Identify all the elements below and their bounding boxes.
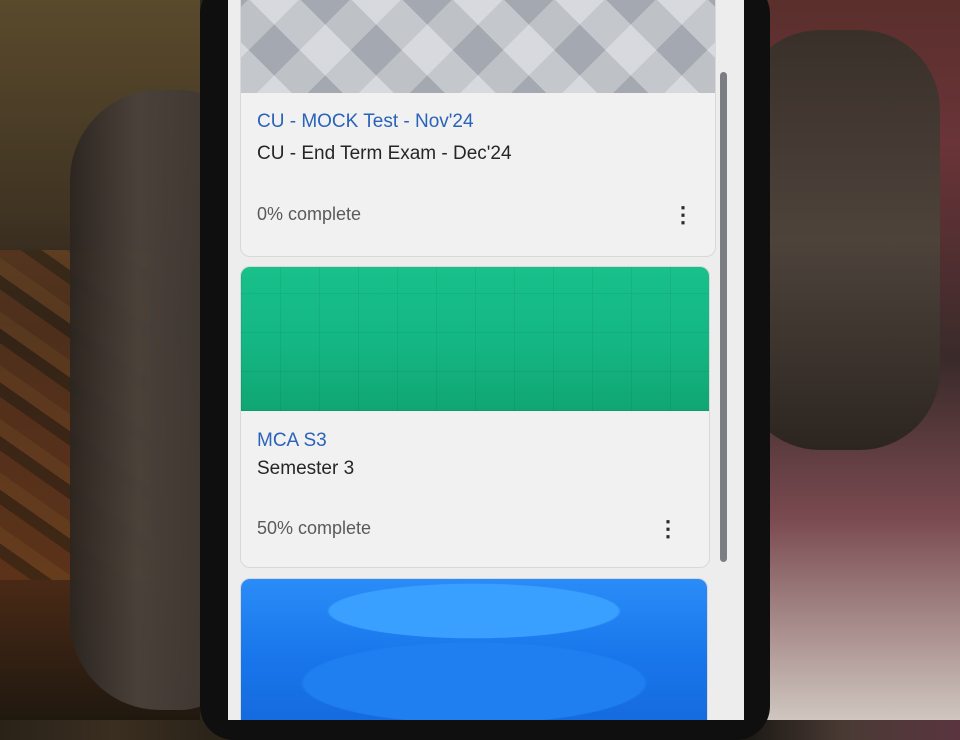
phone-screen: CU - MOCK Test - Nov'24 CU - End Term Ex… (228, 0, 744, 720)
course-title-link[interactable]: CU - MOCK Test - Nov'24 (257, 111, 474, 133)
right-hand (740, 30, 940, 450)
course-title-link[interactable]: MCA S3 (257, 430, 327, 452)
course-subtitle: CU - End Term Exam - Dec'24 (257, 143, 512, 164)
more-vertical-icon[interactable]: ⋮ (657, 516, 679, 541)
course-banner (241, 579, 707, 720)
scrollbar[interactable] (720, 72, 727, 562)
course-card[interactable] (240, 578, 708, 720)
course-card[interactable]: CU - MOCK Test - Nov'24 CU - End Term Ex… (240, 0, 716, 257)
course-progress: 0% complete (257, 204, 362, 224)
more-vertical-icon[interactable]: ⋮ (672, 202, 694, 227)
course-card[interactable]: MCA S3 Semester 3 50% complete ⋮ (240, 266, 710, 568)
course-progress: 50% complete (257, 518, 372, 538)
course-banner (241, 267, 709, 411)
course-banner (241, 0, 715, 93)
course-subtitle: Semester 3 (257, 458, 355, 479)
